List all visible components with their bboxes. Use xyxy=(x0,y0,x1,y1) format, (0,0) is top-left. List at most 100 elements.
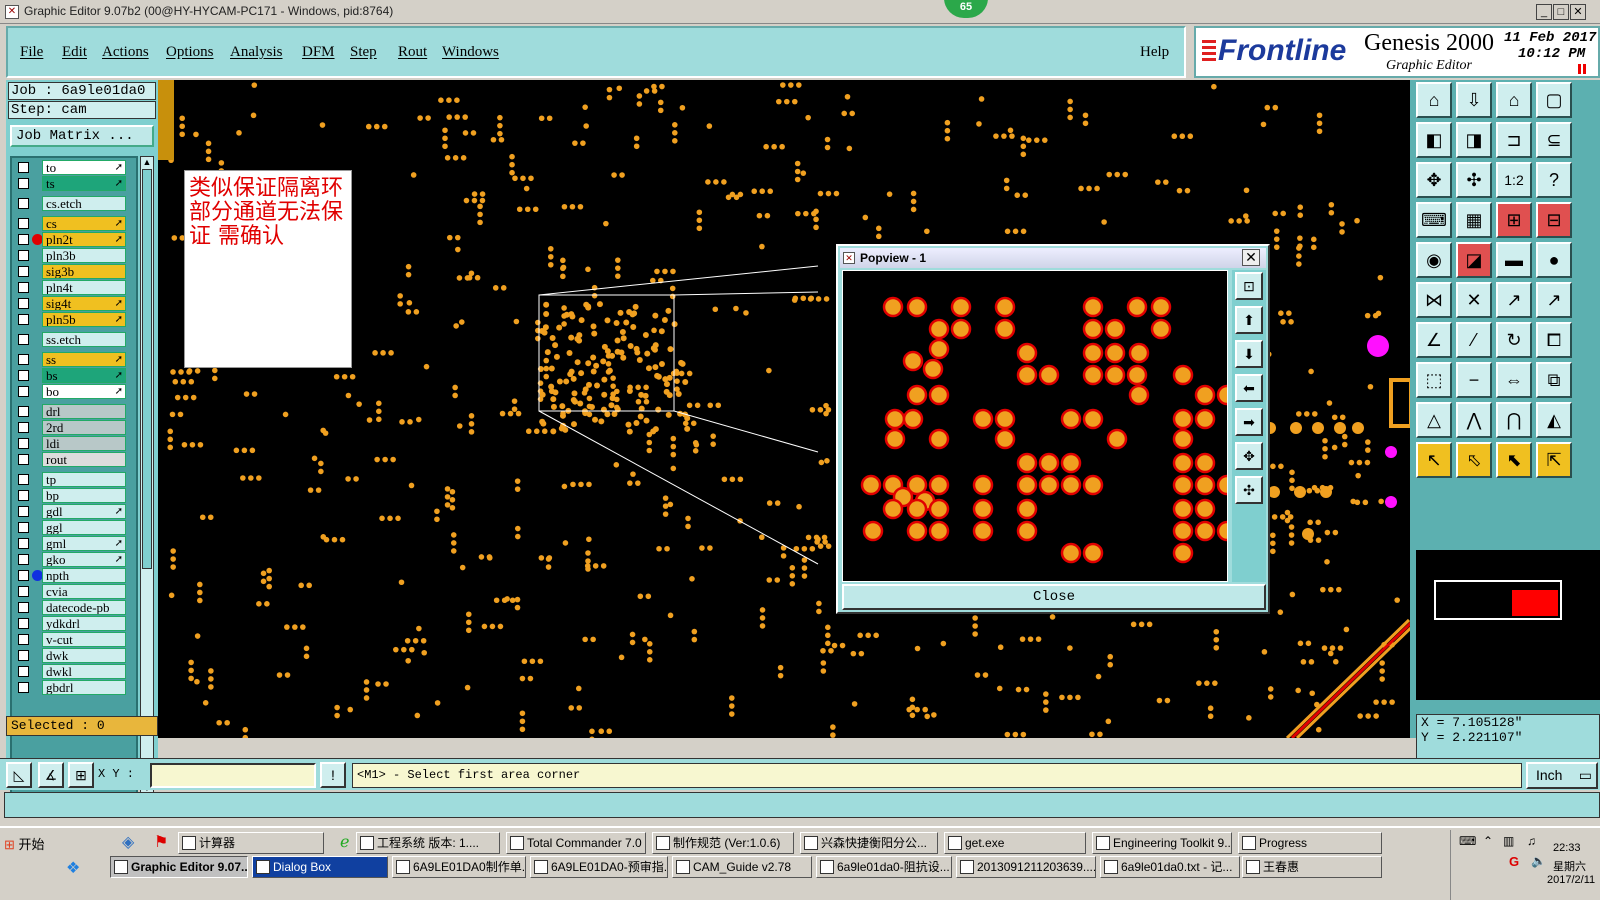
layer-name[interactable]: cs.etch xyxy=(42,196,126,211)
layer-arrow-icon[interactable]: ➚ xyxy=(115,233,123,246)
ruler-icon[interactable]: ▬ xyxy=(1496,242,1532,278)
layer-checkbox[interactable] xyxy=(18,490,29,501)
arc-up-icon[interactable]: ⋀ xyxy=(1456,402,1492,438)
layer-row-ggl[interactable]: ggl xyxy=(12,520,140,535)
layer-row-ydkdrl[interactable]: ydkdrl xyxy=(12,616,140,631)
quicklaunch-icon[interactable]: ❖ xyxy=(66,858,80,878)
popview-close-button[interactable]: Close xyxy=(842,584,1266,610)
layer-row-tp[interactable]: tp xyxy=(12,472,140,487)
zoom-home-icon[interactable]: ⌂ xyxy=(1416,82,1452,118)
help-icon[interactable]: ? xyxy=(1536,162,1572,198)
popview-zoom-fit-icon[interactable]: ⊡ xyxy=(1235,272,1263,300)
layer-checkbox[interactable] xyxy=(18,334,29,345)
layer-name[interactable]: gbdrl xyxy=(42,680,126,695)
layer-name[interactable]: ss ➚ xyxy=(42,352,126,367)
tray-keyboard-icon[interactable]: ⌨ xyxy=(1459,834,1476,848)
menu-rout[interactable]: Rout xyxy=(398,44,427,61)
minus-icon[interactable]: − xyxy=(1456,362,1492,398)
menu-step[interactable]: Step xyxy=(350,44,377,61)
layer-checkbox[interactable] xyxy=(18,266,29,277)
angle-measure-icon[interactable]: ∡ xyxy=(38,762,64,788)
layer-checkbox[interactable] xyxy=(18,354,29,365)
layer-name[interactable]: ts ➚ xyxy=(42,176,126,191)
layer-row-2rd[interactable]: 2rd xyxy=(12,420,140,435)
layer-row-ss.etch[interactable]: ss.etch xyxy=(12,332,140,347)
menu-windows[interactable]: Windows xyxy=(442,44,499,61)
select-box-icon[interactable]: ⬁ xyxy=(1456,442,1492,478)
measure-corner-icon[interactable]: ◺ xyxy=(6,762,32,788)
layer-name[interactable]: bo ➚ xyxy=(42,384,126,399)
feature-info-icon[interactable]: ◉ xyxy=(1416,242,1452,278)
layer-row-rout[interactable]: rout xyxy=(12,452,140,467)
net-highlight-icon[interactable]: ⊞ xyxy=(1496,202,1532,238)
menu-file[interactable]: File xyxy=(20,44,43,61)
task-button[interactable]: 6A9LE01DA0制作单.... xyxy=(392,856,526,878)
task-button[interactable]: Dialog Box xyxy=(252,856,388,878)
layer-checkbox[interactable] xyxy=(18,314,29,325)
layer-checkbox[interactable] xyxy=(18,178,29,189)
layer-row-gml[interactable]: gml ➚ xyxy=(12,536,140,551)
layer-name[interactable]: pln2t ➚ xyxy=(42,232,126,247)
layer-name[interactable]: drl xyxy=(42,404,126,419)
layer-row-sig3b[interactable]: sig3b xyxy=(12,264,140,279)
layer-name[interactable]: sig4t ➚ xyxy=(42,296,126,311)
clock-time[interactable]: 22:33 xyxy=(1553,842,1581,854)
task-button[interactable]: Total Commander 7.0 ... xyxy=(506,832,646,854)
layer-checkbox[interactable] xyxy=(18,682,29,693)
alert-icon[interactable]: ! xyxy=(320,762,346,788)
layer-row-bp[interactable]: bp xyxy=(12,488,140,503)
layer-name[interactable]: ldi xyxy=(42,436,126,451)
layer-row-to[interactable]: to ➚ xyxy=(12,160,140,175)
minimize-button[interactable]: _ xyxy=(1536,4,1552,20)
scale-1to2-icon[interactable]: 1:2 xyxy=(1496,162,1532,198)
layer-name[interactable]: pln4t xyxy=(42,280,126,295)
layer-checkbox[interactable] xyxy=(18,506,29,517)
select-pointer-icon[interactable]: ↖ xyxy=(1416,442,1452,478)
layer-row-bo[interactable]: bo ➚ xyxy=(12,384,140,399)
tray-app-icon[interactable]: G xyxy=(1509,854,1519,869)
pause-icon[interactable] xyxy=(1578,64,1581,74)
task-button[interactable]: 6A9LE01DA0-预审指... xyxy=(530,856,668,878)
popview-pan-up-icon[interactable]: ⬆ xyxy=(1235,306,1263,334)
layer-name[interactable]: cs ➚ xyxy=(42,216,126,231)
snap-icon[interactable]: ⊆ xyxy=(1536,122,1572,158)
popview-zoom-out-icon[interactable]: ✥ xyxy=(1235,442,1263,470)
task-button[interactable]: Engineering Toolkit 9.... xyxy=(1092,832,1232,854)
tray-network-icon[interactable]: ▥ xyxy=(1503,834,1514,848)
layer-row-cvia[interactable]: cvia xyxy=(12,584,140,599)
task-button[interactable]: CAM_Guide v2.78 xyxy=(672,856,812,878)
stretch-icon[interactable]: ⇔ xyxy=(1496,362,1532,398)
task-button[interactable]: 计算器 xyxy=(178,832,324,854)
layer-name[interactable]: dwk xyxy=(42,648,126,663)
menu-analysis[interactable]: Analysis xyxy=(230,44,283,61)
menu-actions[interactable]: Actions xyxy=(102,44,149,61)
layer-checkbox[interactable] xyxy=(18,298,29,309)
layer-checkbox[interactable] xyxy=(18,602,29,613)
angle-icon[interactable]: ∠ xyxy=(1416,322,1452,358)
layer-checkbox[interactable] xyxy=(18,554,29,565)
layer-row-cs[interactable]: cs ➚ xyxy=(12,216,140,231)
layer-checkbox[interactable] xyxy=(18,474,29,485)
slash-icon[interactable]: ⁄ xyxy=(1456,322,1492,358)
job-matrix-button[interactable]: Job Matrix ... xyxy=(10,125,154,147)
layer-name[interactable]: gml ➚ xyxy=(42,536,126,551)
copy-icon[interactable]: ⧉ xyxy=(1536,362,1572,398)
layer-checkbox[interactable] xyxy=(18,386,29,397)
grid-snap-icon[interactable]: ⊞ xyxy=(68,762,94,788)
layer-row-ts[interactable]: ts ➚ xyxy=(12,176,140,191)
layer-arrow-icon[interactable]: ➚ xyxy=(115,217,123,230)
layer-arrow-icon[interactable]: ➚ xyxy=(115,505,123,518)
layer-checkbox[interactable] xyxy=(18,538,29,549)
layer-row-cs.etch[interactable]: cs.etch xyxy=(12,196,140,211)
layer-row-gbdrl[interactable]: gbdrl xyxy=(12,680,140,695)
menu-help[interactable]: Help xyxy=(1140,44,1169,61)
layer-arrow-icon[interactable]: ➚ xyxy=(115,313,123,326)
task-button[interactable]: Progress xyxy=(1238,832,1382,854)
layer-checkbox[interactable] xyxy=(18,634,29,645)
layer-arrow-icon[interactable]: ➚ xyxy=(115,353,123,366)
layer-row-pln4t[interactable]: pln4t xyxy=(12,280,140,295)
layer-row-dwk[interactable]: dwk xyxy=(12,648,140,663)
layer-name[interactable]: bs ➚ xyxy=(42,368,126,383)
popview-canvas[interactable] xyxy=(842,270,1228,582)
layer-arrow-icon[interactable]: ➚ xyxy=(115,369,123,382)
